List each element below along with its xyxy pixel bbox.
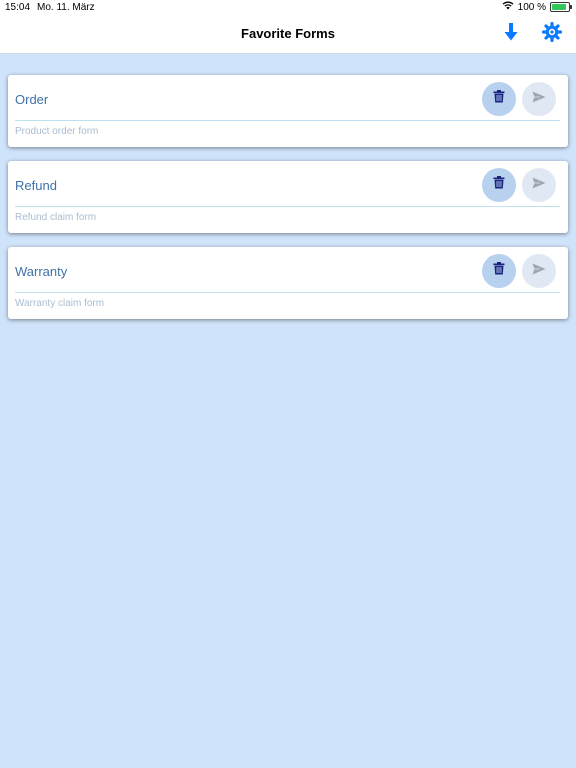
divider — [15, 292, 560, 293]
form-title: Refund — [15, 178, 57, 193]
gear-icon — [541, 21, 563, 47]
status-bar: 15:04 Mo. 11. März 100 % — [0, 0, 576, 16]
form-subtitle: Refund claim form — [15, 212, 97, 223]
delete-button[interactable] — [482, 254, 516, 288]
trash-icon — [493, 90, 505, 108]
paper-plane-icon — [532, 90, 546, 108]
delete-button[interactable] — [482, 168, 516, 202]
form-subtitle: Product order form — [15, 126, 99, 137]
form-title: Warranty — [15, 264, 68, 279]
navigation-bar: Favorite Forms — [0, 16, 576, 54]
arrow-down-icon — [504, 22, 518, 46]
divider — [15, 120, 560, 121]
battery-icon — [550, 2, 572, 12]
send-button[interactable] — [522, 82, 556, 116]
form-card-warranty[interactable]: Warranty Warranty claim form — [8, 247, 568, 319]
battery-percent: 100 % — [517, 1, 546, 13]
wifi-icon — [502, 1, 514, 13]
status-date: Mo. 11. März — [37, 2, 95, 13]
form-subtitle: Warranty claim form — [15, 298, 105, 309]
download-button[interactable] — [499, 22, 523, 46]
trash-icon — [493, 262, 505, 280]
status-time: 15:04 — [5, 2, 31, 13]
trash-icon — [493, 176, 505, 194]
page-title: Favorite Forms — [241, 26, 335, 41]
form-card-order[interactable]: Order Product order form — [8, 75, 568, 147]
paper-plane-icon — [532, 176, 546, 194]
divider — [15, 206, 560, 207]
send-button[interactable] — [522, 168, 556, 202]
delete-button[interactable] — [482, 82, 516, 116]
form-title: Order — [15, 92, 49, 107]
status-right: 100 % — [502, 1, 572, 13]
settings-button[interactable] — [540, 21, 564, 47]
form-card-refund[interactable]: Refund Refund claim form — [8, 161, 568, 233]
favorite-forms-list: Order Product order form Refund Refund c… — [8, 75, 568, 333]
paper-plane-icon — [532, 262, 546, 280]
send-button[interactable] — [522, 254, 556, 288]
